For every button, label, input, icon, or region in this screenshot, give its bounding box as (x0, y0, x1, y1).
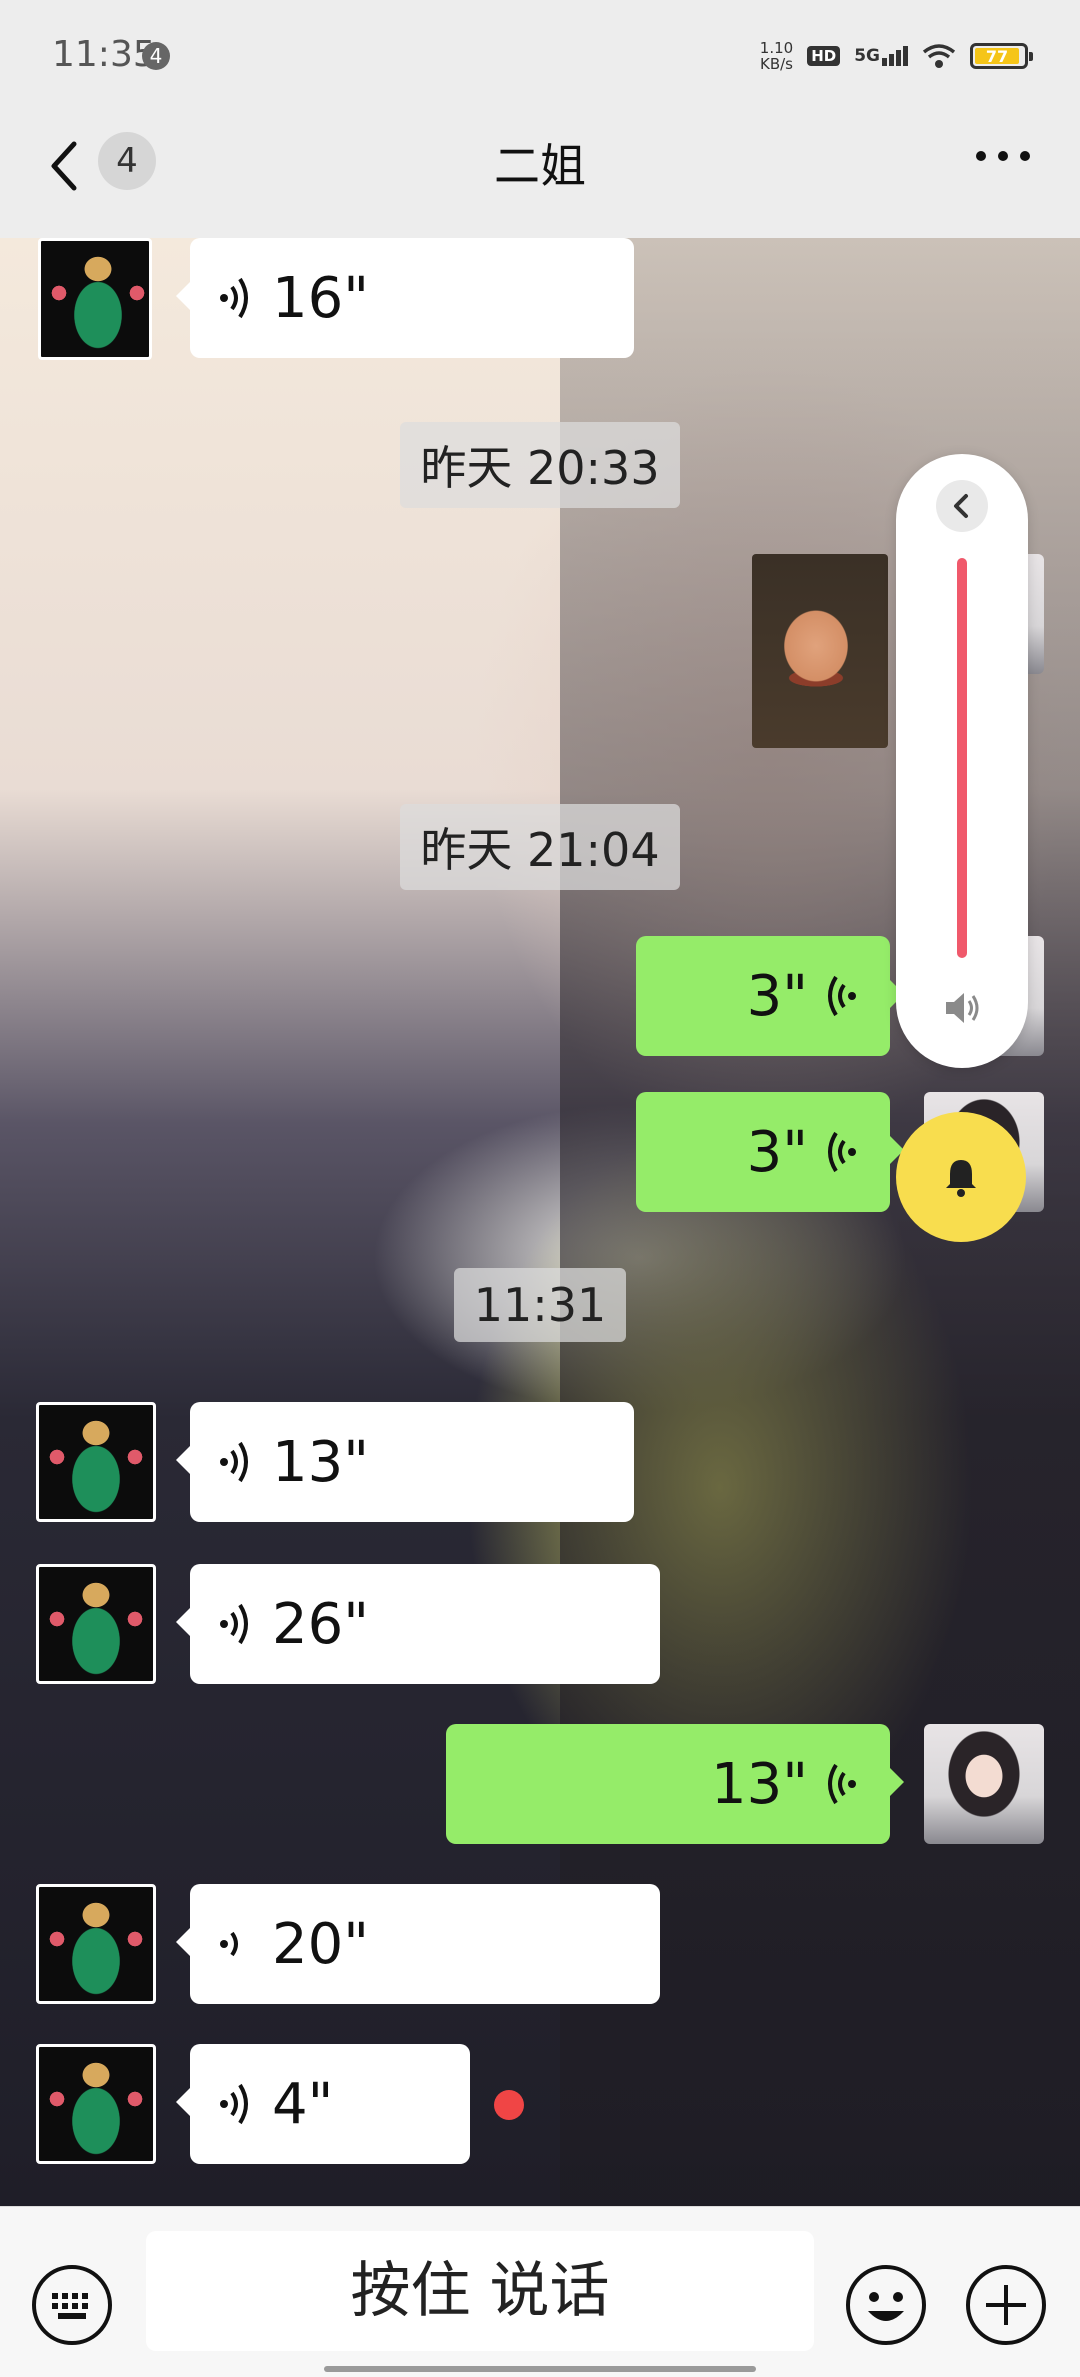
network-speed-value: 1.10 (759, 39, 794, 57)
keyboard-icon (32, 2265, 112, 2345)
contact-avatar[interactable] (36, 2044, 156, 2164)
voice-wave-icon (828, 1131, 856, 1173)
emoji-icon (846, 2265, 926, 2345)
voice-wave-icon (220, 1931, 238, 1957)
voice-wave-icon (220, 1603, 248, 1645)
voice-wave-icon (220, 277, 248, 319)
speaker-icon[interactable] (938, 984, 986, 1032)
voice-message-incoming[interactable]: 20" (176, 1884, 660, 2004)
volume-panel[interactable] (896, 454, 1028, 1068)
timestamp-label: 昨天 20:33 (400, 422, 680, 508)
volume-level (957, 558, 967, 958)
more-icon (976, 151, 986, 161)
voice-message-incoming[interactable]: 26" (176, 1564, 660, 1684)
network-speed-unit: KB/s (759, 55, 793, 73)
collapse-panel-button[interactable] (936, 480, 988, 532)
status-icons: 1.10 KB/s HD 5G 77 (760, 36, 1033, 76)
voice-duration: 13" (272, 1429, 370, 1495)
plus-icon (966, 2265, 1046, 2345)
contact-avatar[interactable] (38, 238, 152, 360)
contact-avatar[interactable] (36, 1564, 156, 1684)
voice-duration: 4" (272, 2071, 334, 2137)
timestamp: 11:31 (0, 1268, 1080, 1342)
voice-duration: 20" (272, 1911, 370, 1977)
keyboard-toggle-button[interactable] (30, 2263, 114, 2347)
timestamp-label: 昨天 21:04 (400, 804, 680, 890)
voice-wave-icon (220, 1441, 248, 1483)
network-type: 5G (854, 46, 880, 66)
signal-icon: 5G (854, 46, 908, 66)
voice-duration: 3" (746, 1119, 808, 1185)
chat-messages[interactable]: 16" 昨天 20:33 昨天 21:04 3" 3" 11:31 13" 26… (0, 238, 1080, 2206)
chevron-left-icon (954, 494, 968, 518)
voice-message-outgoing[interactable]: 3" (636, 1092, 904, 1212)
hold-to-talk-button[interactable]: 按住 说话 (146, 2231, 814, 2351)
volume-slider[interactable] (957, 558, 967, 958)
network-speed: 1.10 KB/s (760, 40, 793, 72)
voice-wave-icon (828, 1763, 856, 1805)
notification-badge: 4 (142, 42, 170, 70)
voice-duration: 3" (746, 963, 808, 1029)
contact-avatar[interactable] (36, 1884, 156, 2004)
chat-title: 二姐 (494, 139, 586, 193)
voice-message-outgoing[interactable]: 13" (446, 1724, 904, 1844)
voice-duration: 13" (710, 1751, 808, 1817)
contact-avatar[interactable] (36, 1402, 156, 1522)
voice-duration: 26" (272, 1591, 370, 1657)
battery-icon: 77 (970, 43, 1033, 69)
emoji-button[interactable] (844, 2263, 928, 2347)
input-bar: 按住 说话 (0, 2206, 1080, 2377)
unread-dot (494, 2090, 524, 2120)
hd-icon: HD (807, 46, 841, 66)
home-indicator[interactable] (324, 2366, 756, 2372)
status-time: 11:35 (52, 34, 156, 75)
voice-duration: 16" (272, 265, 370, 331)
voice-wave-icon (220, 2083, 248, 2125)
voice-message-incoming[interactable]: 13" (176, 1402, 634, 1522)
battery-level: 77 (975, 48, 1019, 66)
sticker-message[interactable] (752, 554, 888, 748)
timestamp-label: 11:31 (453, 1268, 627, 1342)
more-options-button[interactable] (970, 146, 1040, 176)
status-bar: 11:35 4 1.10 KB/s HD 5G 77 (0, 0, 1080, 112)
notification-bell-button[interactable] (896, 1112, 1026, 1242)
more-functions-button[interactable] (964, 2263, 1048, 2347)
chat-header: 4 二姐 (0, 112, 1080, 238)
wifi-icon (922, 44, 956, 68)
voice-message-incoming[interactable]: 4" (176, 2044, 470, 2164)
bell-icon (946, 1160, 976, 1197)
voice-message-incoming[interactable]: 16" (176, 238, 634, 358)
my-avatar[interactable] (924, 1724, 1044, 1844)
voice-message-outgoing[interactable]: 3" (636, 936, 904, 1056)
voice-wave-icon (828, 975, 856, 1017)
